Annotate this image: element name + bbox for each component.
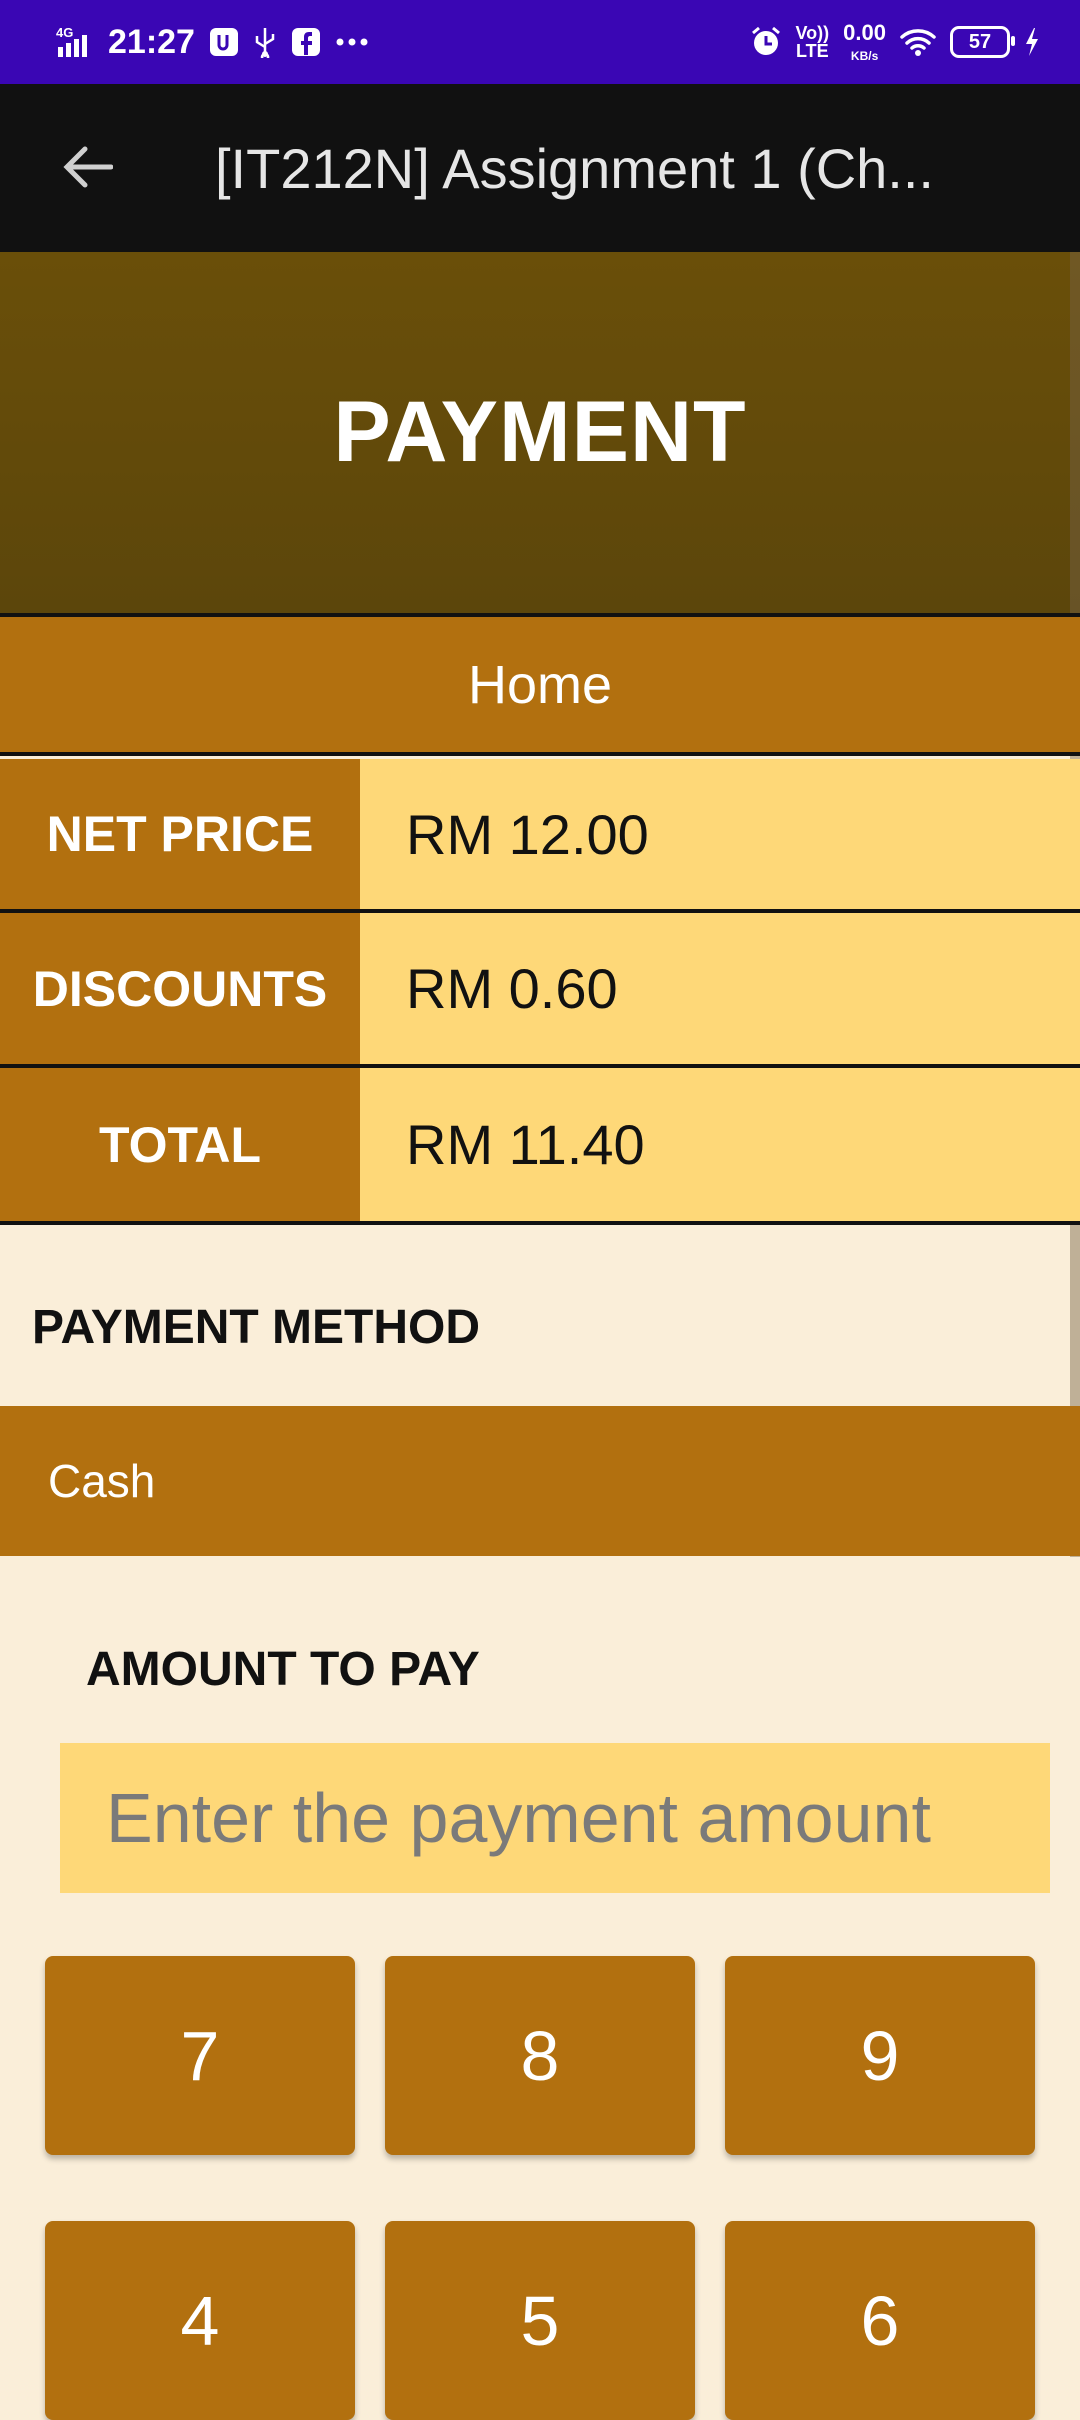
usb-settings-icon: [209, 27, 239, 57]
network-speed: 0.00 KB/s: [843, 20, 886, 63]
page-title: PAYMENT: [333, 384, 747, 480]
keypad-key-6[interactable]: 6: [725, 2221, 1035, 2420]
payment-amount-input[interactable]: [60, 1743, 1050, 1893]
keypad-key-8[interactable]: 8: [385, 1956, 695, 2155]
wifi-icon: [900, 27, 936, 57]
usb-icon: [253, 26, 277, 58]
discounts-label: DISCOUNTS: [0, 913, 360, 1064]
net-price-label: NET PRICE: [0, 759, 360, 909]
signal-icon: 4G: [56, 25, 94, 59]
keypad-key-7[interactable]: 7: [45, 1956, 355, 2155]
keypad-key-5[interactable]: 5: [385, 2221, 695, 2420]
status-bar: 4G 21:27 Vo)) LTE 0.00 KB/s 57: [0, 0, 1080, 84]
keypad-key-4[interactable]: 4: [45, 2221, 355, 2420]
net-price-value: RM 12.00: [360, 759, 1080, 909]
app-title: [IT212N] Assignment 1 (Ch...: [215, 137, 934, 200]
back-arrow-icon: [61, 145, 114, 194]
network-type: 4G: [56, 25, 73, 40]
home-button[interactable]: Home: [0, 617, 1080, 752]
payment-method-label: PAYMENT METHOD: [32, 1301, 481, 1354]
discounts-value: RM 0.60: [360, 913, 1080, 1064]
keypad-key-9[interactable]: 9: [725, 1956, 1035, 2155]
total-value: RM 11.40: [360, 1068, 1080, 1221]
payment-method-select[interactable]: Cash: [0, 1406, 1080, 1556]
divider: [0, 752, 1080, 756]
volte-indicator: Vo)) LTE: [795, 23, 830, 61]
app-bar: [IT212N] Assignment 1 (Ch...: [0, 84, 1080, 252]
back-button[interactable]: [52, 134, 122, 204]
facebook-icon: [291, 27, 321, 57]
charging-icon: [1024, 27, 1040, 57]
payment-header: PAYMENT: [0, 252, 1080, 613]
amount-to-pay-label: AMOUNT TO PAY: [86, 1643, 480, 1696]
divider: [0, 1221, 1080, 1225]
more-notifications-icon: [335, 37, 369, 47]
clock-time: 21:27: [108, 22, 195, 61]
total-label: TOTAL: [0, 1068, 360, 1221]
battery-indicator: 57: [950, 26, 1015, 58]
alarm-icon: [750, 26, 782, 58]
